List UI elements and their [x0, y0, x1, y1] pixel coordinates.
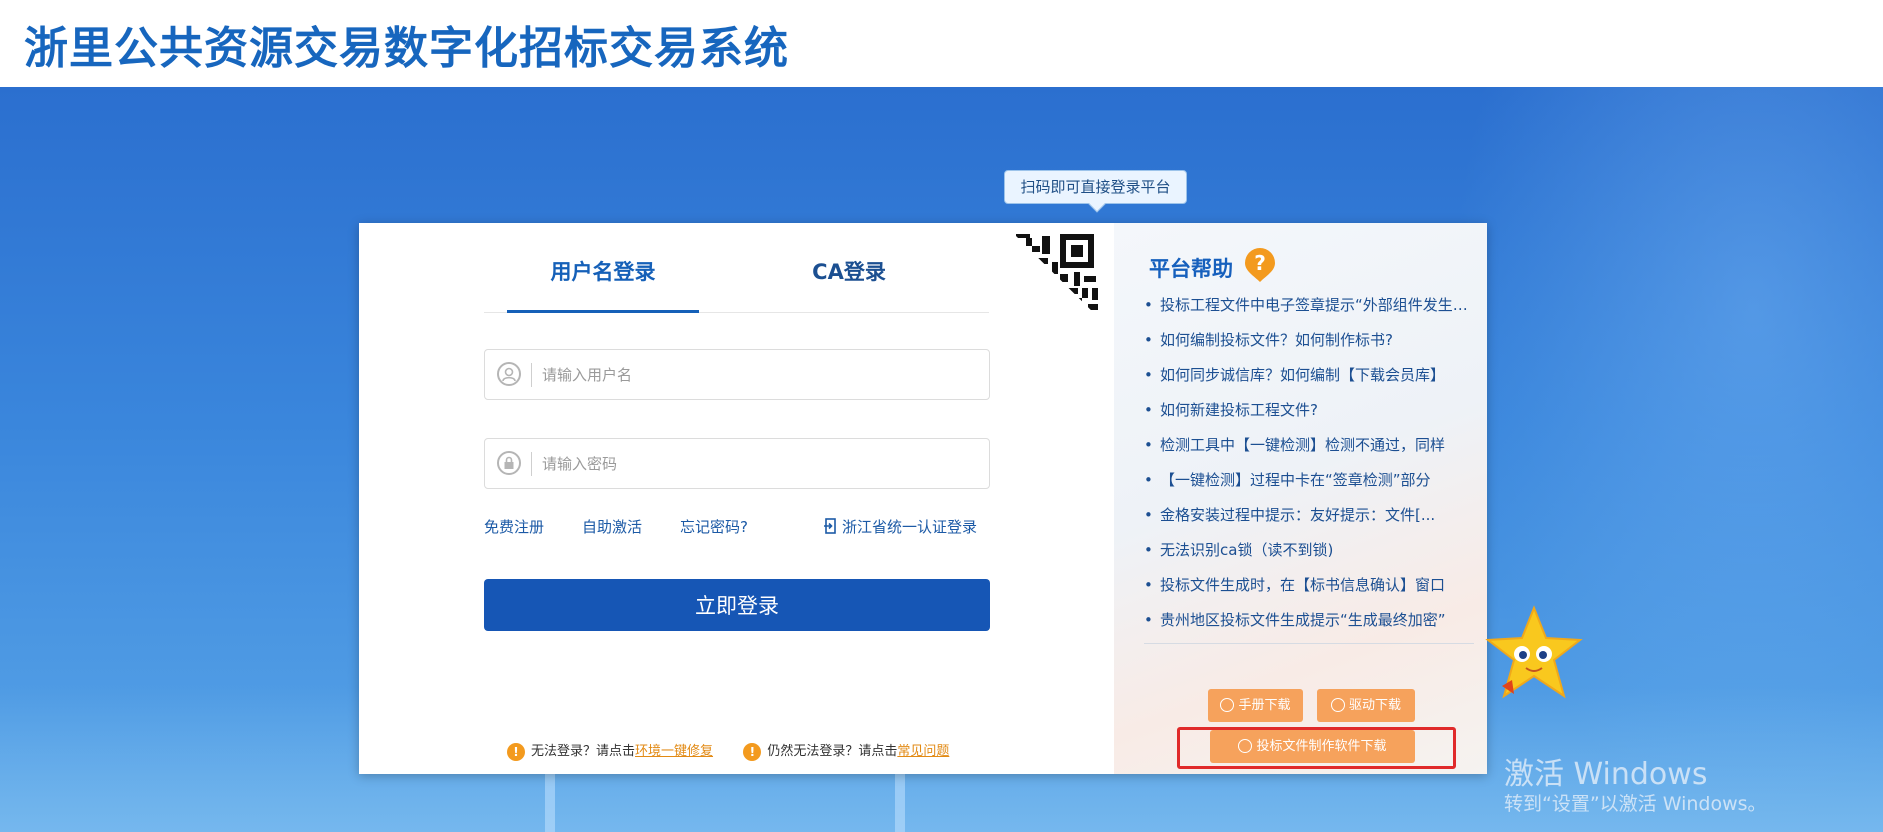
qr-tooltip: 扫码即可直接登录平台 — [1004, 170, 1187, 213]
help-item[interactable]: 如何新建投标工程文件? — [1144, 400, 1474, 435]
login-tabs: 用户名登录 CA登录 — [484, 258, 989, 313]
manual-download-label: 手册下载 — [1238, 698, 1291, 713]
driver-download-label: 驱动下载 — [1348, 698, 1401, 713]
warning-icon: ! — [507, 742, 525, 761]
notice-text-1: 无法登录？请点击 — [531, 744, 636, 759]
question-icon: ? — [1245, 248, 1275, 282]
help-item[interactable]: 无法识别ca锁（读不到锁) — [1144, 540, 1474, 575]
register-link[interactable]: 免费注册 — [484, 516, 544, 537]
help-item[interactable]: 金格安装过程中提示：友好提示：文件[... — [1144, 505, 1474, 540]
env-repair-link[interactable]: 环境一键修复 — [635, 744, 713, 759]
help-list: 投标工程文件中电子签章提示“外部组件发生异常” 如何编制投标文件？如何制作标书?… — [1144, 295, 1474, 645]
help-title: 平台帮助 — [1149, 257, 1233, 281]
login-door-icon — [824, 518, 836, 534]
download-icon — [1220, 697, 1235, 712]
help-item[interactable]: 检测工具中【一键检测】检测不通过，同样 — [1144, 435, 1474, 470]
help-item[interactable]: 如何编制投标文件？如何制作标书? — [1144, 330, 1474, 365]
download-icon — [1330, 697, 1345, 712]
windows-watermark-title: 激活 Windows — [1504, 757, 1708, 792]
user-icon — [497, 362, 521, 386]
sso-login-label: 浙江省统一认证登录 — [842, 518, 978, 536]
svg-text:?: ? — [1254, 251, 1266, 275]
mascot-icon[interactable] — [1484, 604, 1584, 714]
username-field — [484, 349, 990, 400]
help-item[interactable]: 投标工程文件中电子签章提示“外部组件发生异常” — [1144, 295, 1474, 330]
faq-link[interactable]: 常见问题 — [897, 744, 949, 759]
qr-code-icon[interactable] — [1012, 232, 1105, 324]
help-item[interactable]: 贵州地区投标文件生成提示“生成最终加密” — [1144, 610, 1474, 645]
tab-username-login[interactable]: 用户名登录 — [507, 258, 699, 313]
manual-download-button[interactable]: 手册下载 — [1208, 689, 1303, 722]
sso-login-link[interactable]: 浙江省统一认证登录 — [824, 516, 977, 537]
password-field — [484, 438, 990, 489]
login-button[interactable]: 立即登录 — [484, 579, 990, 631]
login-links: 免费注册 自助激活 忘记密码? 浙江省统一认证登录 — [484, 516, 990, 540]
help-item[interactable]: 【一键检测】过程中卡在“签章检测”部分 — [1144, 470, 1474, 505]
warning-icon: ! — [743, 742, 762, 761]
username-input[interactable] — [542, 360, 972, 390]
field-separator — [531, 363, 532, 387]
help-item[interactable]: 投标文件生成时，在【标书信息确认】窗口 — [1144, 575, 1474, 610]
highlight-box — [1177, 727, 1456, 769]
page-header: 浙里公共资源交易数字化招标交易系统 — [0, 0, 1883, 87]
field-separator — [531, 452, 532, 476]
password-input[interactable] — [542, 449, 972, 479]
help-item[interactable]: 如何同步诚信库？如何编制【下载会员库】 — [1144, 365, 1474, 400]
help-divider — [1144, 643, 1474, 644]
tab-ca-login[interactable]: CA登录 — [754, 258, 944, 313]
qr-tooltip-text: 扫码即可直接登录平台 — [1020, 178, 1171, 196]
activate-link[interactable]: 自助激活 — [582, 516, 642, 537]
windows-watermark-subtitle: 转到“设置”以激活 Windows。 — [1504, 793, 1767, 815]
lock-icon — [497, 451, 521, 475]
driver-download-button[interactable]: 驱动下载 — [1317, 689, 1415, 722]
forgot-password-link[interactable]: 忘记密码? — [680, 516, 748, 537]
site-title: 浙里公共资源交易数字化招标交易系统 — [24, 23, 789, 74]
notice-text-2: 仍然无法登录？请点击 — [767, 744, 898, 759]
login-notice: ! 无法登录？请点击环境一键修复 ! 仍然无法登录？请点击常见问题 — [507, 740, 949, 762]
